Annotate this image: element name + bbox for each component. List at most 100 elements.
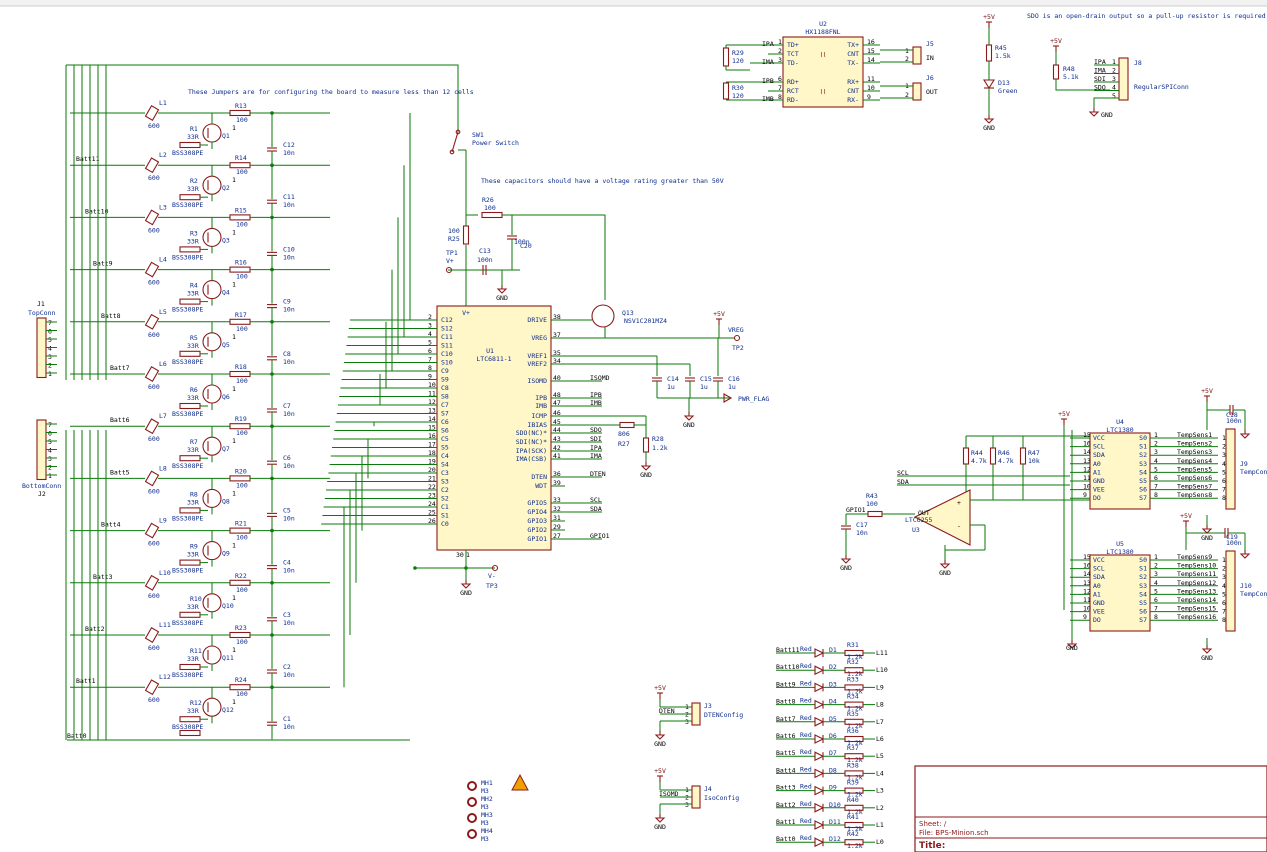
led-cell-net-label: L3	[876, 787, 884, 795]
title-block: Sheet: / File: BPS-Minion.sch Title:	[914, 765, 1267, 852]
ground-label: GND	[683, 421, 695, 429]
mux-pin-number: 3	[1154, 570, 1158, 578]
ltc6811-pin-number: 27	[553, 532, 561, 540]
temp-connector-body	[1225, 428, 1236, 510]
temp-connector-name: TempConn	[1240, 468, 1267, 476]
pullup-ref: R47	[1028, 449, 1040, 457]
u2-pin-label: TD-	[787, 59, 799, 67]
gate-resistor-value: 33R	[187, 446, 199, 454]
gate-resistor-value: 33R	[187, 655, 199, 663]
mux-cap-value: 100n	[1226, 417, 1242, 425]
led-resistor-ref: R38	[847, 761, 859, 769]
resistor-ref: R22	[235, 572, 247, 580]
junction-dot	[464, 566, 468, 570]
mux-pin-label: S5	[1139, 477, 1147, 485]
j1-connector-pin-number: 2	[48, 362, 52, 370]
resistor-ref: R21	[235, 520, 247, 528]
ltc6811-net-label: SDO	[590, 426, 602, 434]
resistor-symbol	[179, 298, 201, 305]
junction-dot	[270, 476, 274, 481]
ltc6811-pin-label: C8	[441, 384, 449, 392]
ltc6811-pin-number: 30	[456, 551, 464, 559]
ltc6811-net-label: GPIO1	[590, 532, 610, 540]
ltc6811-net-label: IMA	[590, 452, 602, 460]
junction-dot	[270, 215, 274, 220]
resistor-ref: R14	[235, 154, 247, 162]
r25-value: 100	[448, 227, 460, 235]
led-resistor-ref: R34	[847, 693, 859, 701]
resistor-value: 100	[236, 638, 248, 646]
ltc6811-pin-number: 2	[428, 313, 432, 321]
ferrite-value: 600	[148, 226, 160, 234]
q13-name: NSV1C201MZ4	[624, 317, 667, 325]
ltc6811-net-label: DTEN	[590, 470, 606, 478]
j2-connector-pin-number: 1	[48, 472, 52, 480]
ltc6811-pin-label: S3	[441, 478, 449, 486]
gate-resistor-value: 33R	[187, 237, 199, 245]
ferrite-ref: L12	[159, 673, 171, 681]
led-diode-icon	[814, 682, 825, 693]
mosfet-symbol	[202, 593, 222, 613]
wire	[502, 214, 606, 300]
led-resistor-ref: R42	[847, 830, 859, 838]
resistor-value: 100	[236, 220, 248, 228]
temp-conn-pin-number: 7	[1222, 486, 1226, 494]
capacitor-value: 10n	[283, 149, 295, 157]
ltc6811-net-label: SDI	[590, 435, 602, 443]
pin-number: 1	[232, 281, 236, 289]
ferrite-value: 600	[148, 383, 160, 391]
note-sdo: SDO is an open-drain output so a pull-up…	[1027, 12, 1267, 20]
ferrite-value: 600	[148, 435, 160, 443]
config-ref: J4	[704, 785, 712, 793]
resistor-symbol	[722, 82, 730, 100]
junction-dot	[270, 163, 274, 167]
resistor-value: 100	[236, 481, 248, 489]
ltc6811-pin-label: IPA(SCK)	[516, 447, 547, 455]
j6-name: OUT	[926, 88, 938, 96]
mounting-hole-ref: MH2	[481, 795, 493, 803]
capacitor-value: 10n	[283, 306, 295, 314]
ferrite-value: 600	[148, 592, 160, 600]
gate-resistor-ref: R7	[190, 438, 198, 446]
cell-balancing-network: L1600R13100C1210nQ1BSS308PE1R133RL2600R1…	[22, 64, 459, 741]
mux-pin-number: 16	[1083, 440, 1091, 448]
ltc6811-pin-number: 26	[428, 517, 436, 525]
junction-dot	[270, 633, 274, 637]
mosfet-symbol	[202, 175, 222, 195]
gate-resistor-value: 33R	[187, 290, 199, 298]
led-cell-net-label: L8	[876, 701, 884, 709]
u2-pin-number: 9	[867, 93, 871, 101]
config-connector-body	[691, 785, 701, 809]
mux-pin-label: S3	[1139, 582, 1147, 590]
temp-conn-pin-number: 8	[1222, 616, 1226, 624]
r27-ref: R27	[618, 440, 630, 448]
pin-number: 1	[232, 385, 236, 393]
led-resistor-ref: R35	[847, 710, 859, 718]
opamp-plus-pin: +	[957, 499, 961, 507]
ltc6811-pin-number: 35	[553, 349, 561, 357]
led-cell-net-label: L10	[876, 666, 888, 674]
ltc6811-pin-number: 38	[553, 313, 561, 321]
led-cell-net-label: L6	[876, 735, 884, 743]
j2-connector-pin-number: 3	[48, 455, 52, 463]
testpoint-symbol	[733, 334, 741, 342]
mosfet-value: BSS308PE	[172, 410, 203, 418]
capacitor-value: 10n	[283, 410, 295, 418]
j1-ref: J1	[37, 300, 45, 308]
mux-pin-label: VEE	[1093, 486, 1105, 494]
temp-sensor-net-label: TempSens7	[1177, 483, 1212, 491]
ground-label: GND	[983, 124, 995, 132]
r30-value: 120	[732, 92, 744, 100]
r43-value: 100	[866, 500, 878, 508]
mosfet-ref: Q11	[222, 654, 234, 662]
temp-sensor-net-label: TempSens12	[1177, 579, 1216, 587]
ltc6811-pin-label: IMB	[535, 402, 547, 410]
config-ref: J3	[704, 702, 712, 710]
mosfet-value: BSS308PE	[172, 253, 203, 261]
mux-pin-number: 14	[1083, 570, 1091, 578]
junction-dot	[270, 372, 274, 376]
gate-resistor-ref: R5	[190, 334, 198, 342]
capacitor-value: 10n	[283, 514, 295, 522]
mux-pin-number: 2	[1154, 440, 1158, 448]
pullup-ref: R46	[998, 449, 1010, 457]
